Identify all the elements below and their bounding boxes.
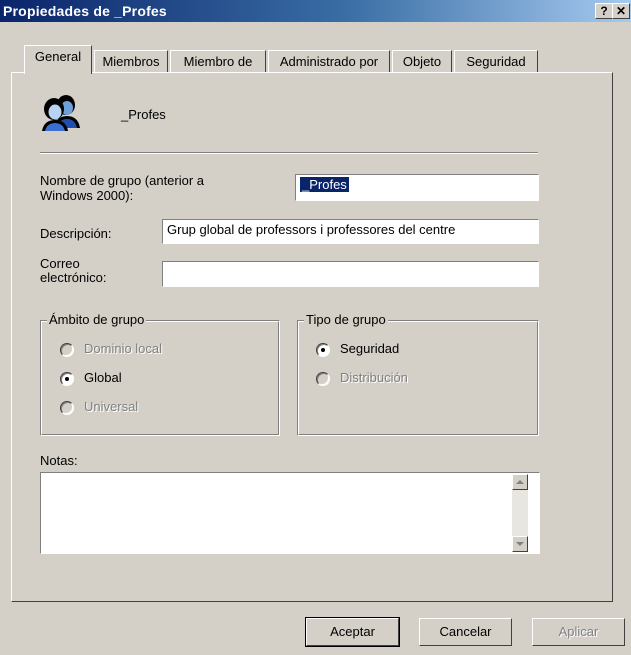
notes-scrollbar[interactable] (512, 474, 528, 552)
scope-universal-radio[interactable] (60, 401, 74, 415)
tab-objeto[interactable]: Objeto (392, 50, 452, 72)
prewin-name-label: Nombre de grupo (anterior a Windows 2000… (40, 173, 205, 203)
scope-global-label: Global (84, 370, 122, 385)
prewin-name-field[interactable]: _Profes (295, 174, 539, 201)
type-security-radio[interactable] (316, 343, 330, 357)
arrow-down-icon (516, 542, 524, 546)
description-label: Descripción: (40, 226, 112, 241)
title-bar: Propiedades de _Profes ? ✕ (0, 0, 631, 22)
tab-general[interactable]: General (24, 45, 92, 74)
tab-administrado-por[interactable]: Administrado por (268, 50, 390, 72)
tab-seguridad[interactable]: Seguridad (454, 50, 538, 72)
scroll-up-button[interactable] (512, 474, 528, 490)
cancel-button[interactable]: Cancelar (419, 618, 512, 646)
scope-universal-label: Universal (84, 399, 139, 414)
scope-domain-local-radio[interactable] (60, 343, 74, 357)
scope-legend: Ámbito de grupo (47, 312, 147, 327)
type-distribution-radio[interactable] (316, 372, 330, 386)
prewin-name-value: _Profes (300, 177, 349, 192)
close-button[interactable]: ✕ (612, 3, 630, 19)
tab-miembro-de[interactable]: Miembro de (170, 50, 266, 72)
type-distribution-label: Distribución (340, 370, 408, 385)
group-name-label: _Profes (121, 107, 166, 122)
scope-global-radio[interactable] (60, 372, 74, 386)
header-divider (40, 152, 538, 154)
type-security-label: Seguridad (340, 341, 400, 356)
tab-miembros[interactable]: Miembros (94, 50, 168, 72)
users-group-icon (42, 95, 80, 131)
scroll-down-button[interactable] (512, 536, 528, 552)
apply-button[interactable]: Aplicar (532, 618, 625, 646)
ok-button[interactable]: Aceptar (305, 617, 400, 647)
scope-domain-local-label: Dominio local (84, 341, 163, 356)
notes-textarea[interactable] (40, 472, 540, 554)
description-field[interactable]: Grup global de professors i professores … (162, 219, 539, 244)
type-groupbox: Tipo de grupo (297, 312, 539, 436)
email-label: Correo electrónico: (40, 256, 107, 285)
email-field[interactable] (162, 261, 539, 287)
notes-label: Notas: (40, 453, 78, 468)
scope-groupbox: Ámbito de grupo (40, 312, 280, 436)
type-legend: Tipo de grupo (304, 312, 388, 327)
arrow-up-icon (516, 480, 524, 484)
properties-dialog: Propiedades de _Profes ? ✕ General Miemb… (0, 0, 631, 655)
window-title: Propiedades de _Profes (3, 3, 167, 19)
help-button[interactable]: ? (595, 3, 613, 19)
